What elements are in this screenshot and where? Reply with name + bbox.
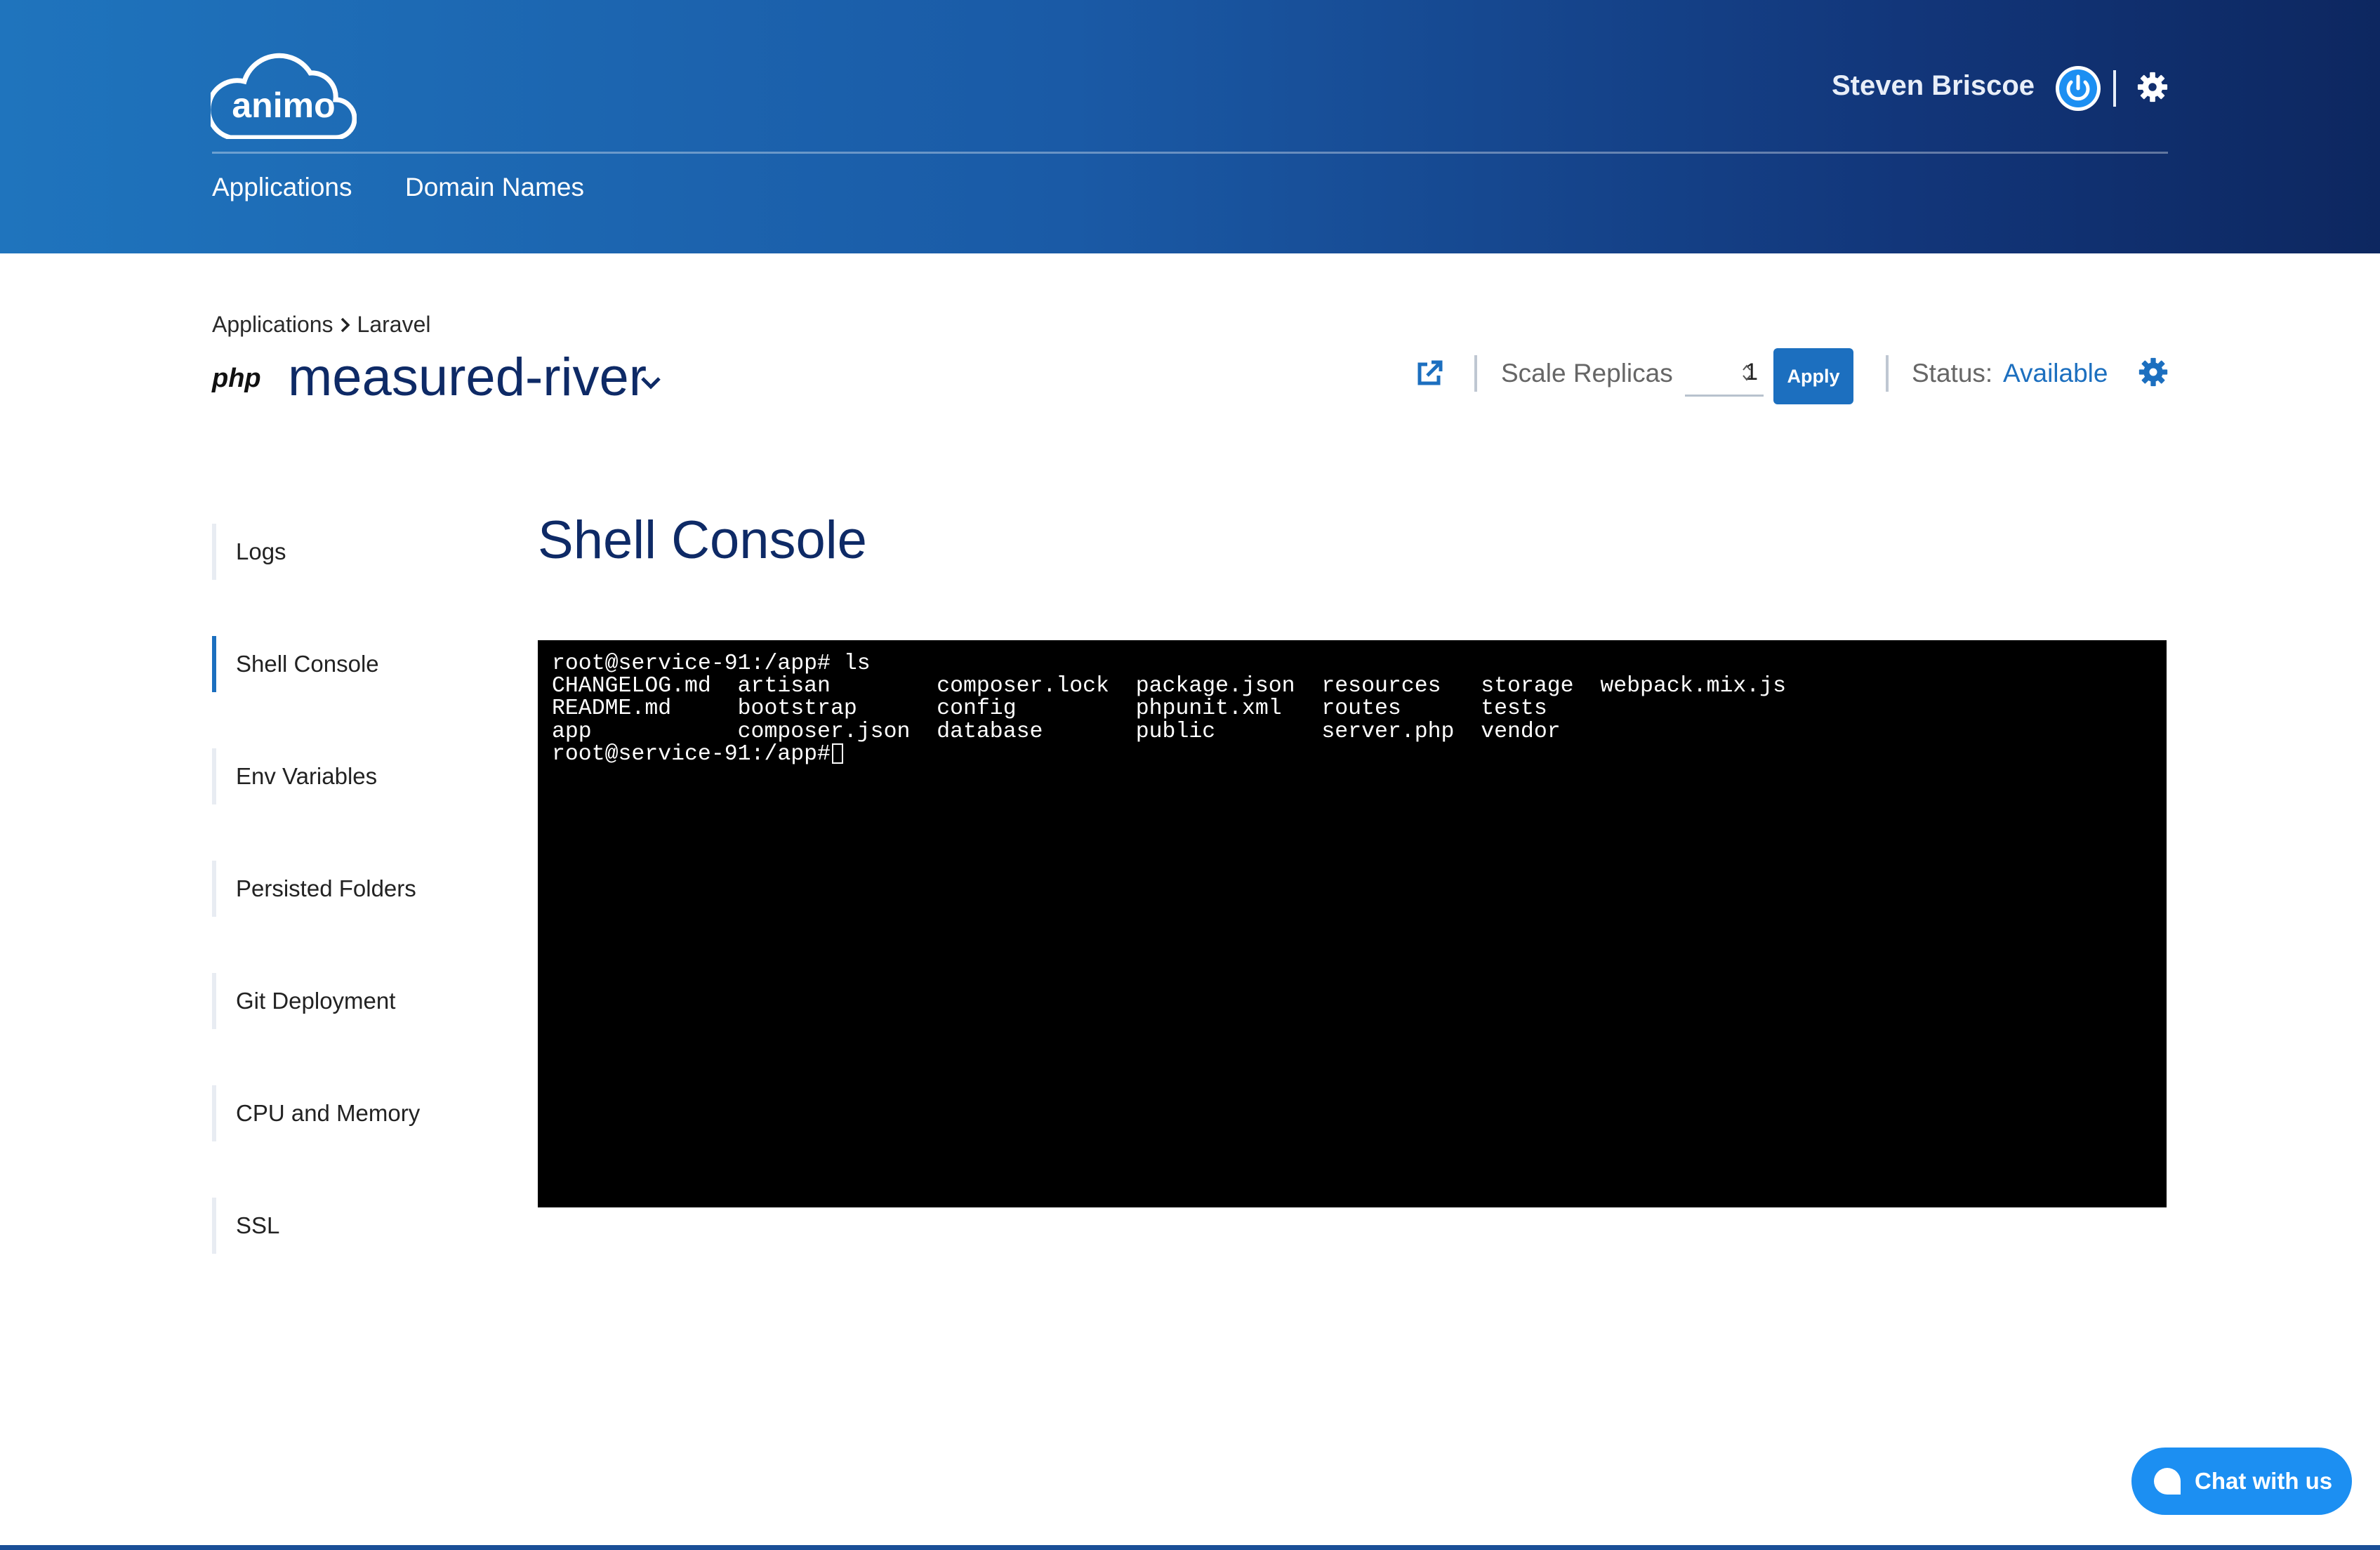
user-name[interactable]: Steven Briscoe: [1832, 70, 2035, 102]
nav-applications[interactable]: Applications: [212, 173, 352, 202]
apply-button[interactable]: Apply: [1773, 348, 1853, 404]
gear-icon[interactable]: [2138, 357, 2169, 388]
sidebar-item-git-deployment[interactable]: Git Deployment: [212, 973, 493, 1029]
sidebar-item-persisted-folders[interactable]: Persisted Folders: [212, 861, 493, 917]
toolbar-divider: [1474, 355, 1477, 392]
chat-button[interactable]: Chat with us: [2131, 1448, 2352, 1515]
breadcrumb: Applications Laravel: [212, 312, 431, 338]
header-divider: [2113, 70, 2116, 107]
header-divider-line: [212, 152, 2168, 154]
gear-icon[interactable]: [2136, 71, 2169, 103]
nav-domain-names[interactable]: Domain Names: [405, 173, 584, 202]
external-link-icon[interactable]: [1415, 359, 1443, 388]
scale-replicas-label: Scale Replicas: [1501, 359, 1673, 388]
animo-logo[interactable]: animo: [206, 42, 357, 140]
terminal-output: root@service-91:/app# ls CHANGELOG.md ar…: [552, 651, 1786, 767]
sidebar-item-shell-console[interactable]: Shell Console: [212, 636, 493, 692]
sidebar-item-env-variables[interactable]: Env Variables: [212, 748, 493, 804]
spinner-icon[interactable]: [1741, 362, 1752, 383]
power-icon: [2059, 69, 2097, 107]
breadcrumb-applications[interactable]: Applications: [212, 312, 333, 338]
status-label: Status:: [1912, 359, 1993, 388]
top-header: animo Steven Briscoe Applications Domain…: [0, 0, 2380, 253]
footer-bar: [0, 1545, 2380, 1550]
sidebar-item-cpu-and-memory[interactable]: CPU and Memory: [212, 1085, 493, 1141]
page-title: Shell Console: [538, 510, 867, 570]
shell-terminal[interactable]: root@service-91:/app# ls CHANGELOG.md ar…: [538, 640, 2167, 1207]
status-value: Available: [2003, 359, 2108, 388]
php-logo: php: [212, 364, 261, 393]
sidebar-item-logs[interactable]: Logs: [212, 524, 493, 580]
power-button[interactable]: [2056, 66, 2101, 111]
logo-text: animo: [232, 86, 336, 125]
app-name[interactable]: measured-river: [288, 347, 647, 408]
sidebar-item-ssl[interactable]: SSL: [212, 1198, 493, 1254]
chevron-right-icon: [341, 317, 350, 332]
breadcrumb-laravel[interactable]: Laravel: [357, 312, 431, 338]
chevron-down-icon[interactable]: [639, 374, 663, 392]
toolbar-divider: [1886, 355, 1889, 392]
chat-label: Chat with us: [2195, 1468, 2333, 1494]
chat-bubble-icon: [2154, 1468, 2181, 1495]
terminal-cursor: [832, 743, 843, 764]
